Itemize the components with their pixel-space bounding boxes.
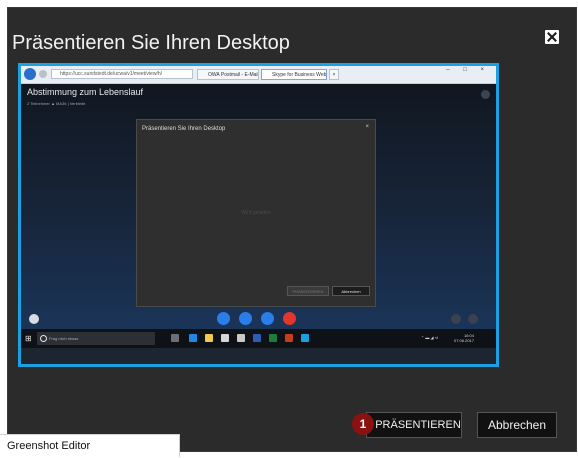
preview-share-icon — [261, 312, 274, 325]
preview-mic-icon — [239, 312, 252, 325]
present-button[interactable]: PRÄSENTIEREN — [366, 412, 462, 438]
dialog-title: Präsentieren Sie Ihren Desktop — [12, 32, 290, 54]
forward-icon — [39, 70, 47, 78]
preview-call-controls — [217, 312, 301, 326]
desktop-preview: https://ucc.sundstedt.de/ucwa/v1/meet/vi… — [18, 63, 499, 367]
preview-inner-dialog: Präsentieren Sie Ihren Desktop × Wird ge… — [136, 119, 376, 307]
preview-clock-date: 07.06.2017 — [453, 338, 474, 343]
windows-start-icon: ⊞ — [25, 334, 32, 343]
preview-taskbar-search: Frag mich etwas — [37, 332, 155, 345]
preview-taskbar: ⊞ Frag mich etwas ⌃ ▬ ◢ ⊲ 16:04 07.06.20… — [21, 329, 496, 348]
preview-store-icon — [221, 334, 229, 342]
preview-inner-close-icon: × — [365, 124, 369, 130]
preview-cancel-button: Abbrechen — [332, 286, 370, 296]
greenshot-editor-label: Greenshot Editor — [0, 434, 180, 457]
preview-present-button: PRÄSENTIEREN — [287, 286, 329, 296]
step-badge: 1 — [352, 413, 374, 435]
preview-meeting-subtitle: 2 Teilnehmer ▲ MA36 | Verbleibt — [27, 101, 86, 106]
present-button-label: PRÄSENTIEREN — [375, 419, 461, 431]
cancel-button[interactable]: Abbrechen — [477, 412, 557, 438]
preview-video-icon — [217, 312, 230, 325]
preview-settings-icon — [481, 90, 490, 99]
preview-taskview-icon — [171, 334, 179, 342]
preview-new-tab: × — [329, 69, 339, 80]
preview-edge-icon — [189, 334, 197, 342]
preview-search-placeholder: Frag mich etwas — [49, 336, 79, 341]
preview-powerpoint-icon — [285, 334, 293, 342]
search-icon — [40, 335, 47, 342]
preview-inner-dialog-title: Präsentieren Sie Ihren Desktop — [142, 126, 226, 132]
preview-meeting-stage: Abstimmung zum Lebenslauf 2 Teilnehmer ▲… — [21, 84, 496, 329]
preview-more-icon — [468, 314, 478, 324]
preview-browser-tab: OWA Postmail - E-Mail macht L... — [197, 69, 259, 80]
preview-tray-icons: ⌃ ▬ ◢ ⊲ — [420, 335, 438, 340]
preview-explorer-icon — [205, 334, 213, 342]
preview-excel-icon — [269, 334, 277, 342]
back-icon — [24, 68, 36, 80]
preview-clock: 16:04 07.06.2017 — [454, 333, 474, 343]
close-icon[interactable] — [545, 30, 559, 44]
preview-word-icon — [253, 334, 261, 342]
preview-people-icon — [451, 314, 461, 324]
preview-mail-icon — [237, 334, 245, 342]
preview-chat-icon — [29, 314, 39, 324]
preview-inner-placeholder: Wird geladen — [241, 210, 271, 216]
preview-window-controls: – □ × — [446, 67, 490, 73]
preview-meeting-title: Abstimmung zum Lebenslauf — [27, 87, 144, 97]
preview-address-bar: https://ucc.sundstedt.de/ucwa/v1/meet/vi… — [51, 69, 193, 79]
preview-hangup-icon — [283, 312, 296, 325]
preview-browser-tab: Skype for Business Web App — [261, 69, 327, 80]
preview-ie-icon — [301, 334, 309, 342]
preview-browser-chrome: https://ucc.sundstedt.de/ucwa/v1/meet/vi… — [21, 66, 496, 84]
